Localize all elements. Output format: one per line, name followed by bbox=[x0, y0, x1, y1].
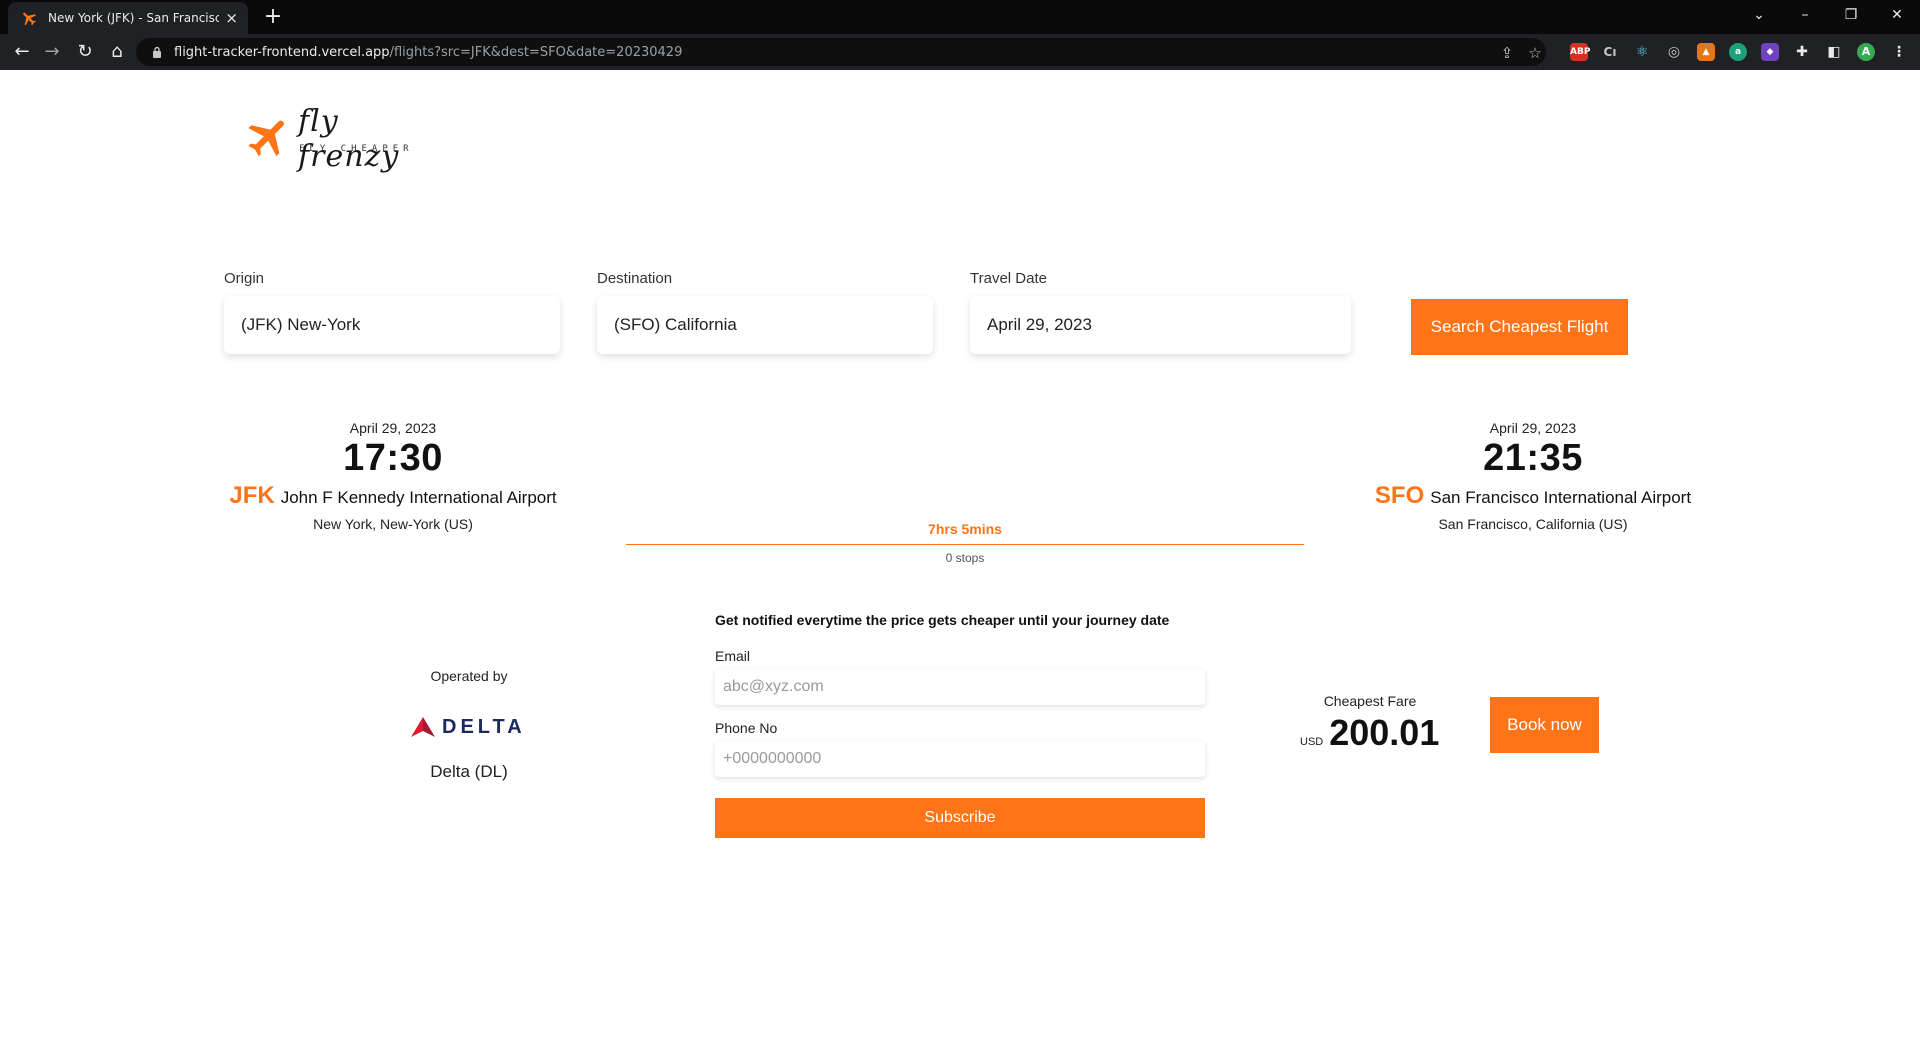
brand-logo[interactable]: fly frenzy FLY CHEAPER bbox=[244, 104, 434, 174]
delta-wordmark: DELTA bbox=[442, 715, 526, 738]
profile-avatar[interactable]: A bbox=[1857, 43, 1875, 61]
reload-icon[interactable]: ↻ bbox=[73, 40, 97, 64]
origin-label: Origin bbox=[224, 270, 265, 287]
operated-by-label: Operated by bbox=[430, 668, 508, 684]
phone-label: Phone No bbox=[715, 720, 778, 736]
email-label: Email bbox=[715, 648, 751, 664]
minimize-icon[interactable]: – bbox=[1782, 0, 1828, 34]
departure-code: JFK bbox=[229, 482, 275, 509]
restore-icon[interactable]: ❐ bbox=[1828, 0, 1874, 34]
brand-name: fly frenzy bbox=[298, 104, 400, 174]
arrival-date: April 29, 2023 bbox=[1489, 420, 1577, 436]
arrival-airport: SFO San Francisco International Airport bbox=[1365, 482, 1701, 510]
back-icon[interactable]: ← bbox=[10, 40, 34, 64]
address-bar[interactable]: flight-tracker-frontend.vercel.app/fligh… bbox=[136, 38, 1546, 66]
new-tab-button[interactable]: + bbox=[260, 4, 286, 30]
arrival-time: 21:35 bbox=[1483, 437, 1583, 479]
browser-tab-bar: New York (JFK) - San Francisco (SFO) × +… bbox=[0, 0, 1920, 34]
phone-field[interactable] bbox=[715, 741, 1205, 777]
book-now-button[interactable]: Book now bbox=[1490, 697, 1599, 753]
departure-city: New York, New-York (US) bbox=[313, 516, 473, 532]
fare-price: USD 200.01 bbox=[1300, 712, 1450, 754]
destination-input[interactable]: (SFO) California bbox=[597, 296, 933, 354]
metamask-icon[interactable]: ▲ bbox=[1697, 43, 1715, 61]
forward-icon[interactable]: → bbox=[40, 40, 64, 64]
destination-label: Destination bbox=[597, 270, 673, 287]
browser-toolbar: ← → ↻ ⌂ flight-tracker-frontend.vercel.a… bbox=[0, 34, 1920, 70]
flight-stops: 0 stops bbox=[945, 551, 985, 565]
react-devtools-icon[interactable]: ⚛ bbox=[1633, 43, 1651, 61]
airplane-icon bbox=[23, 12, 36, 26]
departure-date: April 29, 2023 bbox=[349, 420, 437, 436]
search-cheapest-flight-button[interactable]: Search Cheapest Flight bbox=[1411, 299, 1628, 355]
brand-tagline: FLY CHEAPER bbox=[299, 144, 414, 154]
subscribe-button[interactable]: Subscribe bbox=[715, 798, 1205, 838]
extension-ci-icon[interactable]: Cı bbox=[1601, 43, 1619, 61]
close-icon[interactable]: × bbox=[225, 10, 238, 26]
email-field[interactable] bbox=[715, 669, 1205, 705]
fare-currency: USD bbox=[1300, 736, 1324, 748]
extension-circle-icon[interactable]: ◎ bbox=[1665, 43, 1683, 61]
menu-dots-icon[interactable]: ⋮ bbox=[1890, 43, 1908, 61]
departure-info: April 29, 2023 17:30 JFK John F Kennedy I… bbox=[224, 420, 562, 532]
browser-tab[interactable]: New York (JFK) - San Francisco (SFO) × bbox=[8, 2, 248, 34]
page-content: fly frenzy FLY CHEAPER Origin (JFK) New-… bbox=[0, 70, 1920, 1040]
cheapest-fare-label: Cheapest Fare bbox=[1323, 693, 1417, 709]
adblock-extension-icon[interactable]: ABP bbox=[1570, 43, 1590, 61]
arrival-airport-name: San Francisco International Airport bbox=[1430, 488, 1692, 507]
extension-a-icon[interactable]: a bbox=[1729, 43, 1747, 61]
tab-search-icon[interactable]: ⌄ bbox=[1736, 0, 1782, 34]
origin-input[interactable]: (JFK) New-York bbox=[224, 296, 560, 354]
lock-icon bbox=[153, 46, 161, 58]
departure-time: 17:30 bbox=[343, 437, 443, 479]
star-icon[interactable]: ☆ bbox=[1526, 44, 1544, 62]
delta-triangle-icon bbox=[411, 717, 435, 737]
url-path: /flights?src=JFK&dest=SFO&date=20230429 bbox=[389, 44, 683, 60]
url-host: flight-tracker-frontend.vercel.app bbox=[174, 44, 390, 60]
window-close-icon[interactable]: ✕ bbox=[1874, 0, 1920, 34]
route-line bbox=[626, 544, 1304, 545]
travel-date-input[interactable]: April 29, 2023 bbox=[970, 296, 1351, 354]
extension-shield-icon[interactable]: ◆ bbox=[1761, 43, 1779, 61]
travel-date-label: Travel Date bbox=[970, 270, 1047, 287]
airplane-icon bbox=[248, 120, 284, 157]
flight-duration: 7hrs 5mins bbox=[928, 521, 1002, 537]
departure-airport-name: John F Kennedy International Airport bbox=[280, 488, 557, 507]
delta-logo: DELTA bbox=[410, 715, 526, 739]
departure-airport: JFK John F Kennedy International Airport bbox=[224, 482, 562, 510]
home-icon[interactable]: ⌂ bbox=[105, 40, 129, 64]
notify-heading: Get notified everytime the price gets ch… bbox=[715, 612, 1170, 628]
extensions-puzzle-icon[interactable]: ✚ bbox=[1793, 43, 1811, 61]
fare-amount: 200.01 bbox=[1329, 712, 1440, 753]
arrival-code: SFO bbox=[1374, 482, 1425, 509]
tab-title: New York (JFK) - San Francisco (SFO) bbox=[48, 11, 220, 25]
airline-name: Delta (DL) bbox=[430, 762, 508, 781]
arrival-info: April 29, 2023 21:35 SFO San Francisco In… bbox=[1365, 420, 1701, 532]
arrival-city: San Francisco, California (US) bbox=[1438, 516, 1628, 532]
share-icon[interactable]: ⇪ bbox=[1498, 44, 1516, 62]
side-panel-icon[interactable]: ◧ bbox=[1825, 43, 1843, 61]
